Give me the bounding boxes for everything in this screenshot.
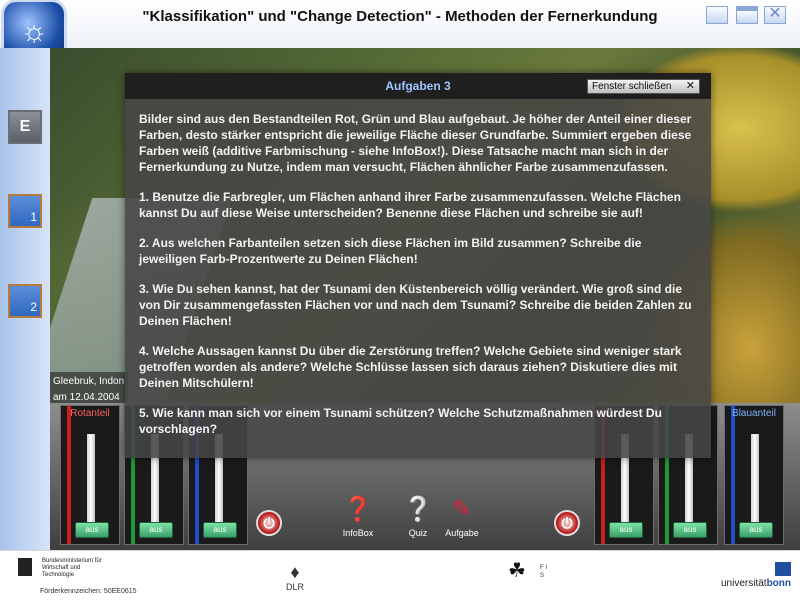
slider-track[interactable]: [87, 434, 95, 524]
sidebar-item-1[interactable]: 1: [8, 194, 42, 228]
aus-button[interactable]: aus: [203, 522, 237, 538]
map-caption-place: Gleebruk, Indon: [53, 376, 125, 387]
sidebar-item-label: 1: [30, 210, 37, 224]
aus-button[interactable]: aus: [75, 522, 109, 538]
close-icon: ✕: [685, 80, 695, 92]
aus-button[interactable]: aus: [739, 522, 773, 538]
aufgabe-label: Aufgabe: [445, 528, 479, 538]
power-icon[interactable]: ⏻: [256, 510, 282, 536]
uni-bonn-label: universitätbonn: [720, 578, 791, 589]
dlr-label: DLR: [285, 582, 304, 592]
infobox-icon: ❓: [343, 496, 373, 523]
dlr-logo: ♦ DLR: [270, 562, 320, 592]
lightbulb-icon: ❔: [403, 496, 433, 523]
eagle-icon: [18, 558, 32, 576]
bmwi-name: Bundesministerium für Wirtschaft und Tec…: [42, 558, 102, 578]
task-3: 3. Wie Du sehen kannst, hat der Tsunami …: [139, 282, 692, 328]
sidebar-item-label: 2: [30, 300, 37, 314]
infobox-button[interactable]: ❓ InfoBox: [328, 494, 388, 538]
tasks-dialog: Aufgaben 3 Fenster schließen ✕ Bilder si…: [125, 73, 711, 458]
fis-logo: ☘ F I S: [508, 558, 548, 594]
uni-bonn-logo: universitätbonn: [720, 560, 795, 592]
slider-label-blauanteil: Blauanteil: [732, 408, 776, 419]
intro-paragraph: Bilder sind aus den Bestandteilen Rot, G…: [139, 112, 692, 174]
task-4: 4. Welche Aussagen kannst Du über die Ze…: [139, 344, 682, 390]
sidebar-item-e[interactable]: E: [8, 110, 42, 144]
pencil-icon: ✎: [451, 496, 473, 523]
infobox-label: InfoBox: [342, 528, 374, 538]
slider-red-left: Rotanteil aus: [60, 405, 120, 545]
aus-button[interactable]: aus: [139, 522, 173, 538]
aus-button[interactable]: aus: [673, 522, 707, 538]
task-2: 2. Aus welchen Farbanteilen setzen sich …: [139, 236, 642, 266]
slider-blue-right: Blauanteil aus: [724, 405, 784, 545]
close-dialog-label: Fenster schließen: [592, 81, 672, 92]
slider-label-rotanteil: Rotanteil: [70, 408, 110, 419]
aus-button[interactable]: aus: [609, 522, 643, 538]
fis-icon: ☘: [508, 560, 526, 582]
minimize-button[interactable]: [706, 6, 728, 24]
maximize-button[interactable]: [736, 6, 758, 24]
dlr-icon: ♦: [290, 562, 300, 582]
power-icon[interactable]: ⏻: [554, 510, 580, 536]
fis-label: F I S: [540, 565, 547, 579]
task-1: 1. Benutze die Farbregler, um Flächen an…: [139, 190, 681, 220]
task-5: 5. Wie kann man sich vor einem Tsunami s…: [139, 406, 662, 436]
sidebar-item-2[interactable]: 2: [8, 284, 42, 318]
quiz-label: Quiz: [408, 528, 428, 538]
slider-track[interactable]: [751, 434, 759, 524]
aufgabe-button[interactable]: ✎ Aufgabe: [432, 494, 492, 538]
bonn-emblem-icon: [775, 562, 791, 576]
close-window-button[interactable]: ✕: [764, 6, 786, 24]
funding-number: Förderkennzeichen: 50EE0615: [40, 588, 137, 595]
dialog-body: Bilder sind aus den Bestandteilen Rot, G…: [139, 111, 699, 451]
window-title: "Klassifikation" und "Change Detection" …: [142, 8, 658, 25]
close-dialog-button[interactable]: Fenster schließen ✕: [587, 79, 700, 94]
